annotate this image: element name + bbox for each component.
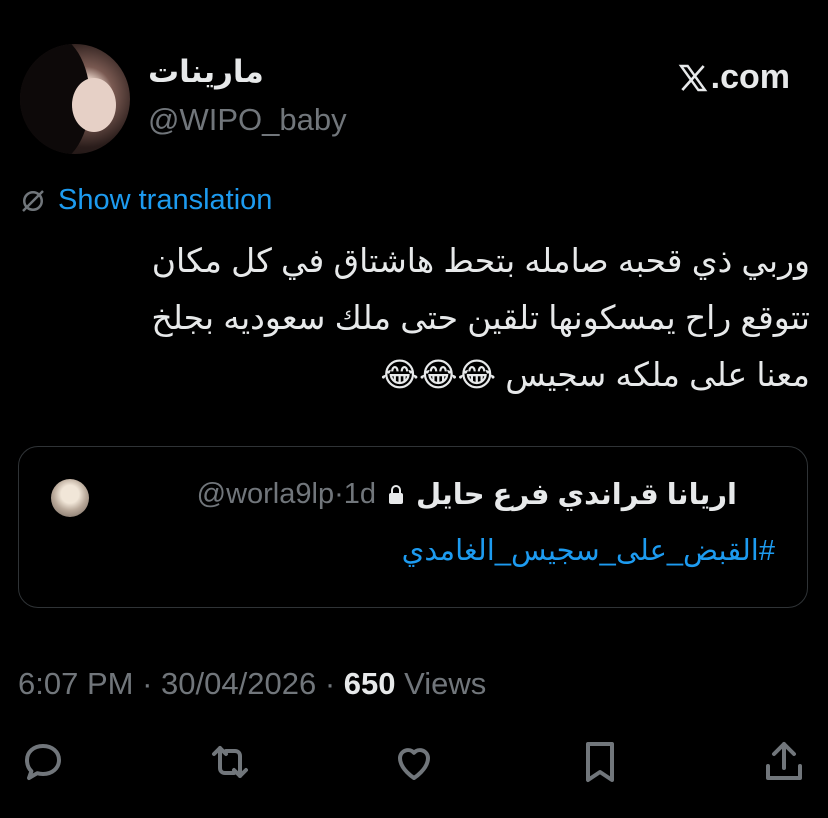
views-count: 650: [343, 666, 396, 701]
quoted-hashtag-link[interactable]: #القبض_على_سجيس_الغامدي: [402, 533, 775, 568]
reply-button[interactable]: [19, 738, 67, 786]
x-com-logo: .com: [677, 58, 790, 97]
author-avatar[interactable]: [20, 44, 130, 154]
avatar-face: [72, 78, 116, 132]
quoted-author-handle: @worla9lp: [196, 478, 335, 510]
tweet-time[interactable]: 6:07 PM: [18, 666, 133, 701]
bookmark-icon: [586, 742, 614, 782]
tweet-line: معنا على ملكه سجيس 😂😂😂: [380, 356, 810, 393]
author-display-name[interactable]: مارينات: [148, 54, 264, 90]
quoted-author-name: اريانا قراندي فرع حايل: [416, 479, 737, 511]
bookmark-button[interactable]: [576, 738, 624, 786]
separator-dot: ·: [334, 478, 344, 510]
tweet-action-bar: [0, 738, 828, 788]
x-logo-icon: [678, 64, 707, 91]
lock-icon: [389, 484, 404, 504]
separator-dot: ·: [324, 666, 336, 701]
quoted-tweet-age: 1d: [343, 478, 377, 510]
like-icon: [398, 748, 430, 780]
translate-slash-icon: [22, 189, 44, 212]
quoted-author-avatar: [51, 479, 89, 517]
tweet-date[interactable]: 30/04/2026: [161, 666, 316, 701]
retweet-button[interactable]: [206, 738, 254, 786]
domain-text: .com: [710, 58, 790, 96]
separator-dot: ·: [142, 666, 153, 701]
tweet-metadata: 6:07 PM · 30/04/2026 · 650 Views: [18, 666, 486, 702]
views-label: Views: [404, 666, 487, 701]
quoted-author-meta: @worla9lp·1d: [197, 478, 376, 511]
tweet-body: وربي ذي قحبه صامله بتحط هاشتاق في كل مكا…: [16, 232, 810, 403]
quoted-tweet-card[interactable]: اريانا قراندي فرع حايل @worla9lp·1d #الق…: [18, 446, 808, 608]
show-translation-button[interactable]: Show translation: [18, 184, 272, 217]
retweet-icon: [212, 746, 248, 778]
tweet-line: تتوقع راح يمسكونها تلقين حتى ملك سعوديه …: [151, 299, 810, 336]
share-icon: [766, 742, 802, 780]
show-translation-label: Show translation: [58, 184, 273, 216]
reply-icon: [25, 744, 61, 780]
like-button[interactable]: [390, 738, 438, 786]
tweet-line: وربي ذي قحبه صامله بتحط هاشتاق في كل مكا…: [151, 242, 810, 279]
quoted-tweet-header: اريانا قراندي فرع حايل @worla9lp·1d: [197, 477, 737, 512]
share-button[interactable]: [760, 738, 808, 786]
author-handle[interactable]: @WIPO_baby: [148, 102, 347, 138]
